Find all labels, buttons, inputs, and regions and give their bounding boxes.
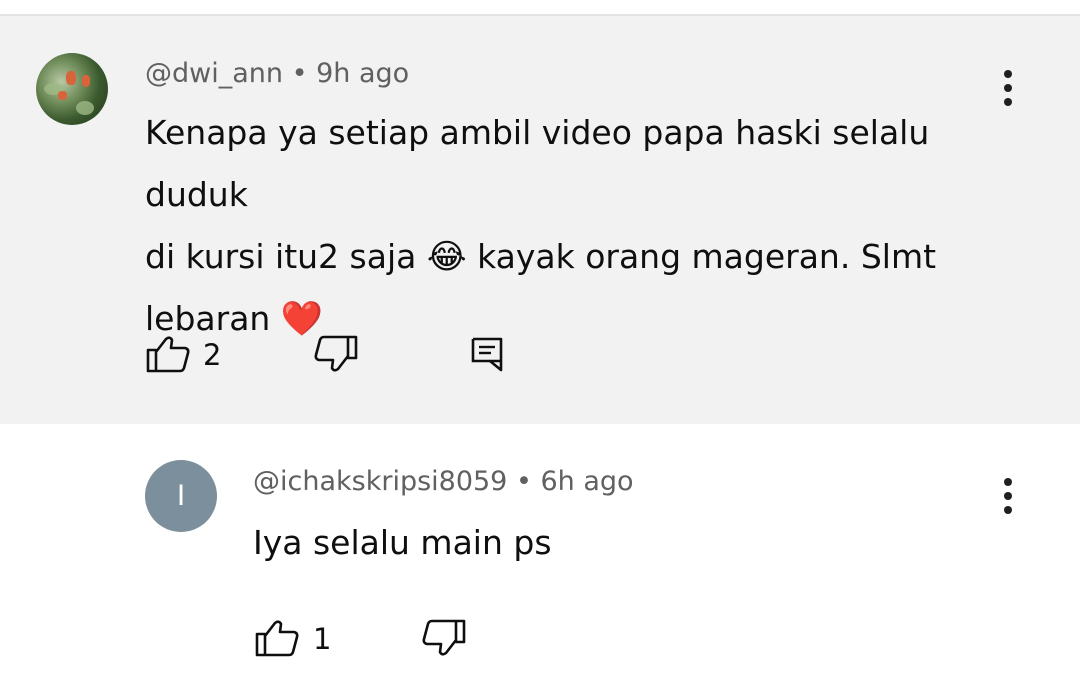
comment-text-segment: kayak orang mageran. Slmt [477,237,937,276]
like-count: 2 [203,338,222,372]
laughing-emoji: 😂 [426,237,467,277]
comment-text-segment: lebaran [145,299,271,338]
more-vert-dot [1004,84,1012,92]
meta-separator: • [291,58,308,89]
more-vert-dot [1004,492,1012,500]
avatar-flower [66,71,76,85]
thumbs-down-icon[interactable] [313,334,359,374]
author-name[interactable]: @dwi_ann [145,58,283,89]
comment-time[interactable]: 9h ago [316,58,409,89]
thumbs-up-icon[interactable] [145,334,191,374]
comment-time[interactable]: 6h ago [541,466,634,497]
comment-body: Kenapa ya setiap ambil video papa haski … [145,102,1005,350]
top-divider [0,0,1080,16]
more-vert-icon [1004,70,1012,78]
author-name[interactable]: @ichakskripsi8059 [253,466,507,497]
more-vert-dot [1004,98,1012,106]
avatar[interactable] [36,53,108,125]
more-options-button[interactable] [996,476,1020,516]
comment-text-segment: di kursi itu2 saja [145,237,417,276]
comment-meta: @dwi_ann • 9h ago [145,58,409,89]
comment-line: lebaran ❤️ [145,288,1005,350]
comment-body: Iya selalu main ps [253,523,552,562]
avatar-leaf [76,101,94,115]
heart-emoji: ❤️ [280,299,324,339]
avatar-flower [58,91,67,100]
comment-line: di kursi itu2 saja 😂 kayak orang mageran… [145,226,1005,288]
more-vert-icon [1004,478,1012,486]
reply-icon[interactable] [470,336,504,372]
thumbs-up-icon[interactable] [254,618,300,658]
avatar[interactable]: I [145,460,217,532]
like-count: 1 [313,622,332,656]
thumbs-down-icon[interactable] [421,618,467,658]
avatar-flower [82,75,90,87]
comment-line: Kenapa ya setiap ambil video papa haski … [145,113,930,214]
comment-meta: @ichakskripsi8059 • 6h ago [253,466,634,497]
meta-separator: • [515,466,532,497]
